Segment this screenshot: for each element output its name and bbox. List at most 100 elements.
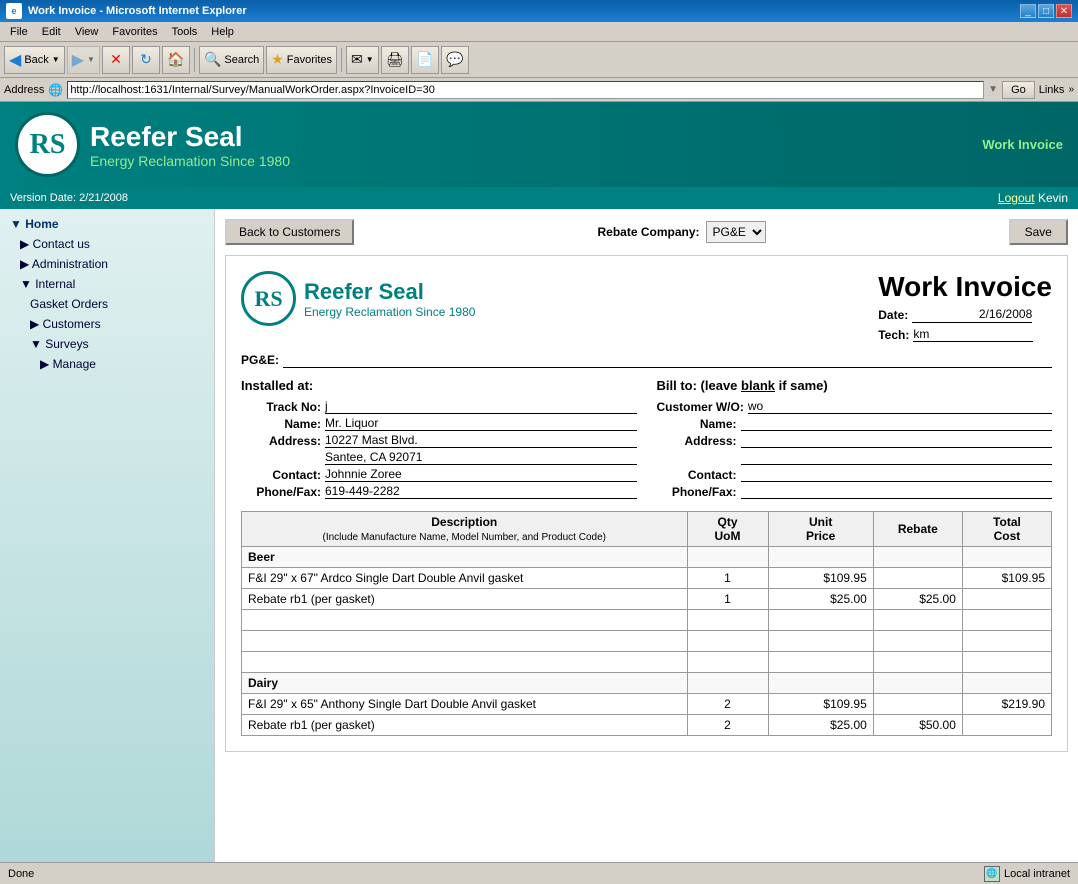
sidebar-item-customers[interactable]: ▶ Customers [0,314,214,334]
edit-icon: 📄 [416,51,433,68]
sidebar-item-internal[interactable]: ▼ Internal [0,274,214,294]
star-icon: ★ [271,51,284,68]
arrow-icon: ▶ [30,317,43,331]
bill-phone-row: Phone/Fax: [657,484,1053,499]
back-label: Back [24,54,48,66]
stop-button[interactable]: ✕ [102,46,130,74]
row-qty: 1 [687,568,768,589]
discuss-icon: 💬 [446,51,463,68]
address-input[interactable] [67,81,984,99]
table-row: Rebate rb1 (per gasket) 2 $25.00 $50.00 [242,715,1052,736]
sidebar-item-administration[interactable]: ▶ Administration [0,254,214,274]
minimize-button[interactable]: _ [1020,4,1036,18]
logout-link[interactable]: Logout [998,191,1035,205]
contact-label: Contact: [241,468,321,482]
arrow-icon: ▼ [20,277,35,291]
pge-label: PG&E: [241,353,279,367]
col-header-desc: Description (Include Manufacture Name, M… [242,512,688,547]
menu-view[interactable]: View [69,25,105,39]
links-arrow-icon: » [1068,84,1074,95]
row-desc: F&I 29" x 67" Ardco Single Dart Double A… [242,568,688,589]
page-title: Work Invoice [982,137,1063,152]
sidebar-item-surveys[interactable]: ▼ Surveys [0,334,214,354]
status-right: 🌐 Local intranet [984,866,1070,882]
rebate-area: Rebate Company: PG&E [597,221,765,243]
mail-button[interactable]: ✉ ▼ [346,46,379,74]
wo-row: Customer W/O: wo [657,399,1053,414]
row-total: $109.95 [962,568,1051,589]
bill-contact-value [741,467,1053,482]
tech-input[interactable] [913,327,1033,342]
print-icon: 🖨 [386,51,404,68]
menu-edit[interactable]: Edit [36,25,67,39]
favorites-label: Favorites [287,54,332,66]
track-row: Track No: j [241,399,637,414]
favorites-button[interactable]: ★ Favorites [266,46,337,74]
row-unit: $109.95 [768,568,873,589]
close-button[interactable]: ✕ [1056,4,1072,18]
title-bar: e Work Invoice - Microsoft Internet Expl… [0,0,1078,22]
col-header-unit: UnitPrice [768,512,873,547]
sidebar-item-manage[interactable]: ▶ Manage [0,354,214,374]
back-to-customers-button[interactable]: Back to Customers [225,219,354,245]
bill-city-value [741,450,1053,465]
row-total [962,589,1051,610]
print-button[interactable]: 🖨 [381,46,409,74]
rebate-company-select[interactable]: PG&E [706,221,766,243]
username-text: Kevin [1038,191,1068,205]
inv-logo-circle: RS [241,271,296,326]
menu-file[interactable]: File [4,25,34,39]
invoice-title: Work Invoice [878,271,1052,303]
bill-name-value [741,416,1053,431]
contact-row: Contact: Johnnie Zoree [241,467,637,482]
restore-button[interactable]: □ [1038,4,1054,18]
search-button[interactable]: 🔍 Search [199,46,264,74]
zone-icon: 🌐 [984,866,1000,882]
sidebar-item-gasket-orders[interactable]: Gasket Orders [0,294,214,314]
date-value: 2/16/2008 [912,307,1032,323]
back-arrow-icon: ◀ [9,50,21,70]
back-button[interactable]: ◀ Back ▼ [4,46,65,74]
menu-favorites[interactable]: Favorites [106,25,163,39]
category-label: Dairy [242,673,688,694]
sidebar-label-customers: Customers [43,317,101,331]
track-value: j [325,399,637,414]
row-rebate [873,694,962,715]
pge-field[interactable] [283,352,1052,368]
row-rebate [873,568,962,589]
forward-button[interactable]: ▶ ▼ [67,46,100,74]
sidebar-item-home[interactable]: ▼ Home [0,214,214,234]
col-header-total: TotalCost [962,512,1051,547]
home-button[interactable]: 🏠 [162,46,190,74]
sub-header: Version Date: 2/21/2008 Logout Kevin [0,187,1078,209]
save-button[interactable]: Save [1009,219,1068,245]
menu-bar: File Edit View Favorites Tools Help [0,22,1078,42]
separator-1 [194,48,195,72]
main-content: Back to Customers Rebate Company: PG&E S… [215,209,1078,862]
sidebar: ▼ Home ▶ Contact us ▶ Administration ▼ I… [0,209,215,862]
arrow-icon: ▶ [20,257,32,271]
links-button[interactable]: Links [1039,84,1065,96]
bill-address-value [741,433,1053,448]
menu-help[interactable]: Help [205,25,240,39]
bill-name-row: Name: [657,416,1053,431]
refresh-icon: ↻ [140,51,152,68]
edit-button[interactable]: 📄 [411,46,439,74]
dropdown-arrow[interactable]: ▼ [988,84,998,95]
inv-logo-text: RS [254,286,282,312]
go-button[interactable]: Go [1002,81,1035,99]
address-label: Address: [241,434,321,448]
refresh-button[interactable]: ↻ [132,46,160,74]
inv-company: Reefer Seal Energy Reclamation Since 198… [304,279,475,319]
menu-tools[interactable]: Tools [166,25,204,39]
track-label: Track No: [241,400,321,414]
separator-2 [341,48,342,72]
row-desc: Rebate rb1 (per gasket) [242,715,688,736]
table-row: Beer [242,547,1052,568]
table-row [242,610,1052,631]
sidebar-item-contactus[interactable]: ▶ Contact us [0,234,214,254]
invoice-table: Description (Include Manufacture Name, M… [241,511,1052,736]
discuss-button[interactable]: 💬 [441,46,469,74]
sidebar-label-contactus: Contact us [33,237,90,251]
row-unit: $25.00 [768,589,873,610]
